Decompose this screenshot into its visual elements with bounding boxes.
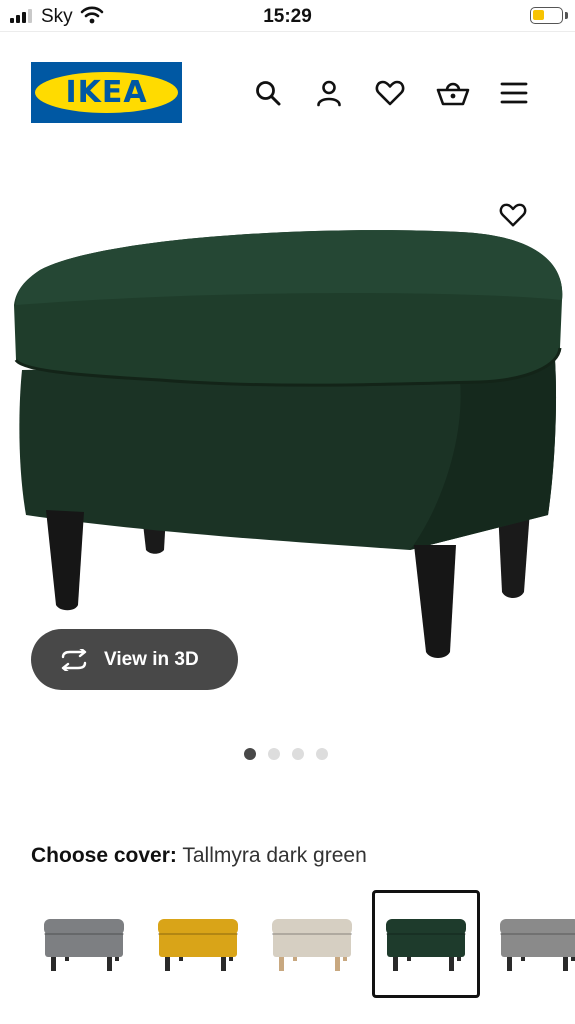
rotate-3d-icon (58, 648, 90, 671)
status-bar: Sky 15:29 (0, 0, 575, 32)
basket-icon[interactable] (436, 78, 470, 108)
profile-icon[interactable] (314, 78, 344, 108)
product-image[interactable] (10, 220, 570, 665)
search-icon[interactable] (253, 78, 283, 108)
carousel-dot[interactable] (244, 748, 256, 760)
view-in-3d-button[interactable]: View in 3D (31, 629, 238, 690)
view-in-3d-label: View in 3D (104, 648, 199, 670)
cover-swatch[interactable] (144, 890, 252, 998)
battery-nub (565, 12, 568, 19)
battery-level (533, 10, 544, 20)
swatch-footstool-image (44, 919, 124, 971)
cover-swatch[interactable] (372, 890, 480, 998)
cover-swatch[interactable] (258, 890, 366, 998)
carousel-dot[interactable] (316, 748, 328, 760)
menu-icon[interactable] (499, 78, 529, 108)
status-time: 15:29 (263, 6, 312, 27)
swatch-footstool-image (500, 919, 575, 971)
image-carousel-dots[interactable] (244, 748, 328, 760)
swatch-footstool-image (386, 919, 466, 971)
cover-value: Tallmyra dark green (182, 844, 367, 867)
cover-label: Choose cover: (31, 844, 177, 867)
wishlist-icon[interactable] (375, 78, 405, 108)
front-leg-right (414, 545, 456, 658)
ikea-logo[interactable]: IKEA (31, 62, 182, 123)
carousel-dot[interactable] (268, 748, 280, 760)
swatch-footstool-image (272, 919, 352, 971)
battery-icon (530, 7, 563, 24)
cover-swatch-list (0, 890, 575, 1000)
logo-text: IKEA (65, 75, 148, 110)
cover-swatch[interactable] (486, 890, 575, 998)
swatch-footstool-image (158, 919, 238, 971)
cover-swatch[interactable] (30, 890, 138, 998)
carousel-dot[interactable] (292, 748, 304, 760)
cover-selection-text: Choose cover: Tallmyra dark green (31, 844, 367, 868)
front-leg-left (46, 510, 84, 611)
